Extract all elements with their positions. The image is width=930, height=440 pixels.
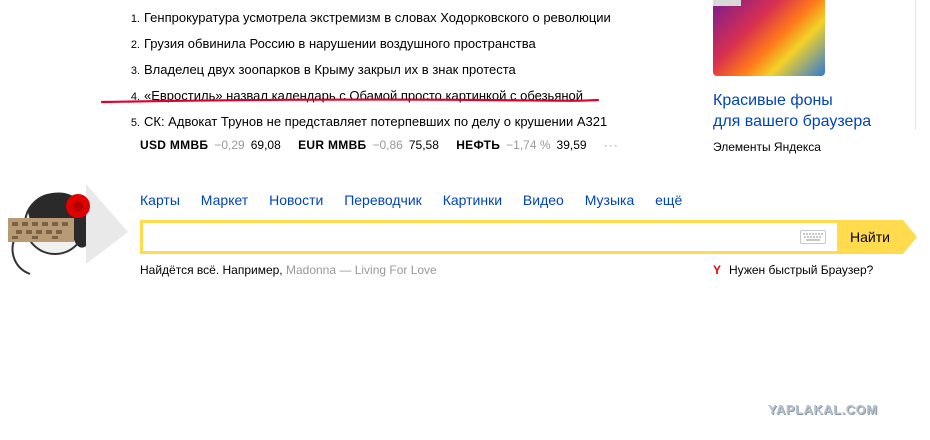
- logo-chin-line: [11, 239, 31, 275]
- promo-image-tab: [713, 0, 741, 6]
- promo-title-line: Красивые фоны: [713, 92, 833, 109]
- news-link[interactable]: Генпрокуратура усмотрела экстремизм в сл…: [144, 10, 611, 25]
- quote-change: −1,74 %: [506, 138, 551, 152]
- service-link-images[interactable]: Картинки: [443, 192, 502, 208]
- service-link-music[interactable]: Музыка: [585, 192, 635, 208]
- watermark: YAPLAKAL.COM: [768, 402, 878, 417]
- quote-name: EUR ММВБ: [298, 138, 367, 152]
- service-link-video[interactable]: Видео: [523, 192, 564, 208]
- logo-doodle[interactable]: [0, 182, 130, 282]
- promo-divider: [915, 0, 916, 130]
- logo-flag-shape: [86, 184, 128, 264]
- search-button-arrow: [903, 220, 917, 254]
- logo-flower-center: [73, 201, 83, 211]
- quote-value: 75,58: [408, 138, 439, 152]
- news-item[interactable]: 1. Генпрокуратура усмотрела экстремизм в …: [118, 8, 618, 34]
- service-link-market[interactable]: Маркет: [201, 192, 248, 208]
- service-link-more[interactable]: ещё: [655, 192, 682, 208]
- search-example: Найдётся всё. Например, Madonna — Living…: [140, 263, 437, 277]
- quote-value: 39,59: [556, 138, 587, 152]
- keyboard-icon[interactable]: [800, 230, 826, 244]
- promo-title-link[interactable]: Красивые фоны для вашего браузера: [713, 90, 913, 132]
- search-example-link[interactable]: Madonna — Living For Love: [286, 263, 437, 277]
- quote-usd[interactable]: USD ММВБ −0,29 69,08: [140, 138, 281, 152]
- quote-value: 69,08: [250, 138, 281, 152]
- browser-promo-text: Нужен быстрый Браузер?: [729, 263, 874, 277]
- promo-title-line: для вашего браузера: [713, 113, 872, 130]
- quote-change: −0,86: [372, 138, 403, 152]
- news-item[interactable]: 5. СК: Адвокат Трунов не представляет пот…: [118, 112, 618, 138]
- service-link-translate[interactable]: Переводчик: [344, 192, 422, 208]
- quote-name: НЕФТЬ: [456, 138, 501, 152]
- red-underline-annotation: [100, 98, 600, 104]
- search-input[interactable]: [140, 220, 849, 254]
- promo-subtitle: Элементы Яндекса: [713, 140, 821, 154]
- news-number: 5.: [130, 117, 140, 129]
- search-form: Найти: [140, 220, 918, 254]
- news-link[interactable]: Грузия обвинила Россию в нарушении возду…: [144, 36, 536, 51]
- quote-oil[interactable]: НЕФТЬ −1,74 % 39,59: [456, 138, 586, 152]
- service-link-maps[interactable]: Карты: [140, 192, 180, 208]
- yandex-browser-icon: Y: [713, 263, 722, 277]
- news-link[interactable]: Владелец двух зоопарков в Крыму закрыл и…: [144, 62, 516, 77]
- quote-eur[interactable]: EUR ММВБ −0,86 75,58: [298, 138, 439, 152]
- news-item[interactable]: 2. Грузия обвинила Россию в нарушении воз…: [118, 34, 618, 60]
- news-link[interactable]: СК: Адвокат Трунов не представляет потер…: [144, 114, 607, 129]
- search-button[interactable]: Найти: [837, 220, 903, 254]
- news-item[interactable]: 3. Владелец двух зоопарков в Крыму закрыл…: [118, 60, 618, 86]
- news-number: 3.: [130, 65, 140, 77]
- promo-wallpaper-image[interactable]: [713, 0, 825, 76]
- browser-promo[interactable]: Y Нужен быстрый Браузер?: [713, 263, 873, 277]
- quote-name: USD ММВБ: [140, 138, 209, 152]
- news-number: 2.: [130, 39, 140, 51]
- service-link-news[interactable]: Новости: [269, 192, 323, 208]
- news-number: 1.: [130, 13, 140, 25]
- quotes-more-button[interactable]: ···: [604, 138, 619, 152]
- search-example-prefix: Найдётся всё. Например,: [140, 263, 283, 277]
- quote-change: −0,29: [214, 138, 245, 152]
- news-list: 1. Генпрокуратура усмотрела экстремизм в …: [118, 8, 618, 138]
- services-nav: Карты Маркет Новости Переводчик Картинки…: [140, 192, 699, 208]
- quotes-bar: USD ММВБ −0,29 69,08 EUR ММВБ −0,86 75,58 НЕ…: [140, 138, 619, 152]
